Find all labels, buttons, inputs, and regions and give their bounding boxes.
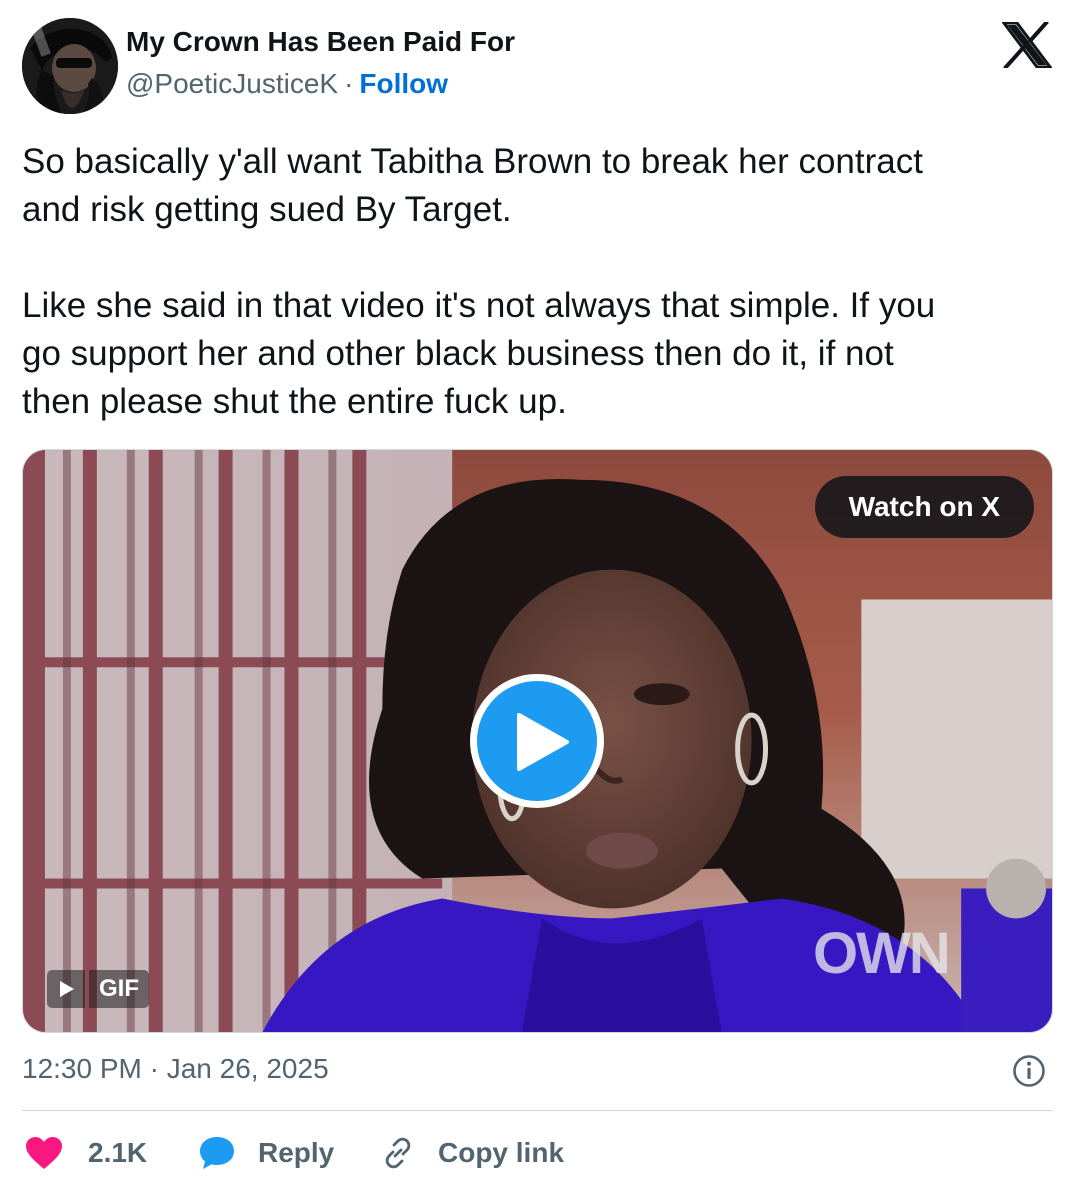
- gif-badge: GIF: [47, 970, 149, 1008]
- own-watermark: OWN: [813, 921, 951, 986]
- reply-label: Reply: [258, 1137, 335, 1168]
- x-logo-icon[interactable]: [1002, 22, 1052, 68]
- author-handle-row: @PoeticJusticeK · Follow: [126, 68, 448, 100]
- play-button[interactable]: [470, 674, 604, 808]
- tweet-text-line: go support her and other black business …: [22, 334, 894, 373]
- follow-button[interactable]: Follow: [359, 68, 448, 99]
- tweet-text-line: and risk getting sued By Target.: [22, 190, 512, 229]
- tweet-text-line: Like she said in that video it's not alw…: [22, 286, 936, 325]
- heart-icon: [26, 1137, 62, 1169]
- speech-bubble-icon: [200, 1137, 234, 1169]
- author-handle[interactable]: @PoeticJusticeK: [126, 68, 338, 99]
- copy-link-label: Copy link: [438, 1137, 565, 1168]
- avatar-image: [22, 18, 118, 114]
- tweet-text-line: then please shut the entire fuck up.: [22, 382, 567, 421]
- gif-label: GIF: [89, 970, 149, 1008]
- author-display-name[interactable]: My Crown Has Been Paid For: [126, 26, 515, 58]
- copy-link-button[interactable]: Copy link: [380, 1128, 564, 1178]
- divider: [22, 1110, 1053, 1111]
- play-icon: [517, 713, 569, 771]
- like-count: 2.1K: [88, 1137, 148, 1168]
- media-gif[interactable]: OWN Watch on X GIF: [22, 449, 1053, 1033]
- like-button[interactable]: 2.1K: [24, 1128, 147, 1178]
- link-icon: [385, 1137, 411, 1169]
- reply-button[interactable]: Reply: [198, 1128, 334, 1178]
- avatar[interactable]: [22, 18, 118, 114]
- info-icon[interactable]: [1012, 1054, 1046, 1088]
- watch-on-x-button[interactable]: Watch on X: [814, 476, 1034, 538]
- tweet-timestamp[interactable]: 12:30 PM · Jan 26, 2025: [22, 1053, 329, 1085]
- tweet-text-line: So basically y'all want Tabitha Brown to…: [22, 142, 923, 181]
- gif-play-icon: [47, 970, 85, 1008]
- handle-separator: ·: [344, 68, 354, 99]
- tweet-text: So basically y'all want Tabitha Brown to…: [22, 138, 1058, 426]
